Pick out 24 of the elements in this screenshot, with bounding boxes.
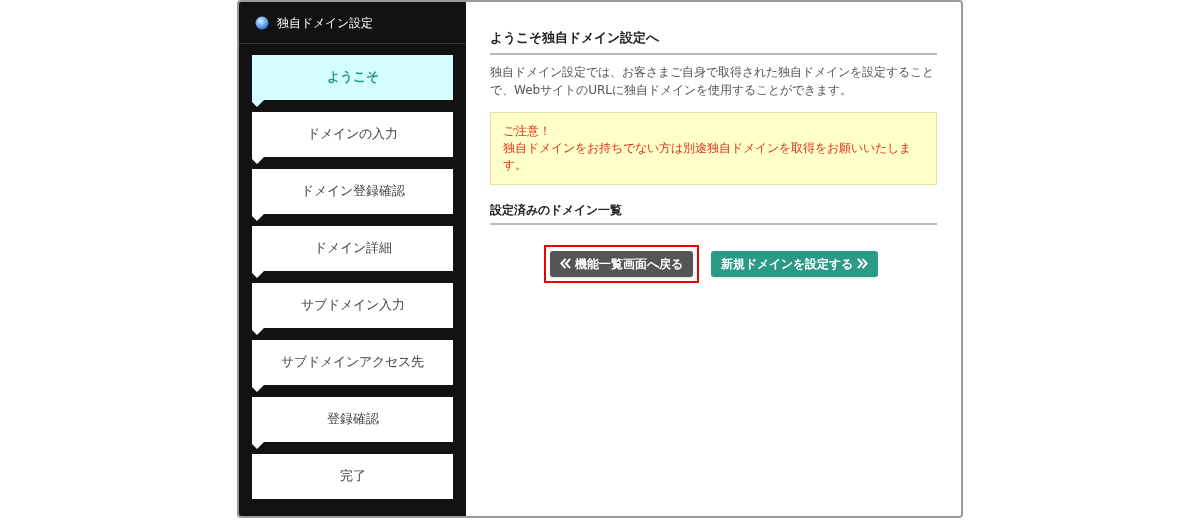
sidebar-title: 独自ドメイン設定: [277, 14, 373, 32]
step-item[interactable]: ドメイン登録確認: [252, 169, 453, 214]
intro-text: 独自ドメイン設定では、お客さまご自身で取得された独自ドメインを設定することで、WebサイトのURLに独自ドメインを使用することができます。: [490, 63, 935, 99]
double-chevron-left-icon: [559, 258, 571, 269]
pointer-notch-icon: [252, 157, 264, 164]
step-item[interactable]: サブドメイン入力: [252, 283, 453, 328]
pointer-notch-icon: [252, 100, 264, 107]
pointer-notch-icon: [252, 214, 264, 221]
step-item[interactable]: ドメイン詳細: [252, 226, 453, 271]
double-chevron-right-icon: [856, 258, 868, 269]
step-item[interactable]: 完了: [252, 454, 453, 499]
step-item[interactable]: サブドメインアクセス先: [252, 340, 453, 385]
pointer-notch-icon: [252, 271, 264, 278]
globe-icon: [255, 15, 269, 30]
step-item[interactable]: 登録確認: [252, 397, 453, 442]
pointer-notch-icon: [252, 385, 264, 392]
notice-text: 独自ドメインをお持ちでない方は別途独自ドメインを取得をお願いいたします。: [503, 139, 912, 174]
step-item[interactable]: ドメインの入力: [252, 112, 453, 157]
page-heading: ようこそ独自ドメイン設定へ: [490, 28, 937, 55]
pointer-notch-icon: [252, 328, 264, 335]
pointer-notch-icon: [252, 442, 264, 449]
notice-title: ご注意！: [503, 122, 552, 140]
back-button[interactable]: 機能一覧画面へ戻る: [549, 250, 693, 277]
section-heading: 設定済みのドメイン一覧: [490, 200, 937, 225]
